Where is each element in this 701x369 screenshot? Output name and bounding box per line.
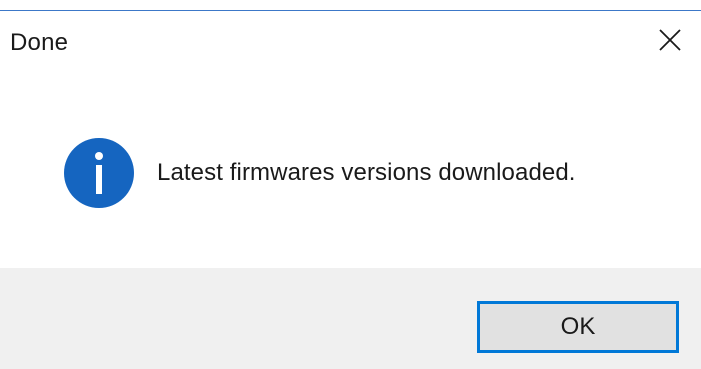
- info-icon: [64, 138, 134, 208]
- dialog-footer: OK: [0, 268, 701, 369]
- title-bar: Done: [0, 11, 701, 73]
- close-icon: [659, 29, 681, 51]
- close-button[interactable]: [639, 11, 701, 69]
- dialog-title: Done: [10, 29, 69, 56]
- ok-button[interactable]: OK: [477, 301, 679, 353]
- dialog-content: Latest firmwares versions downloaded.: [0, 73, 701, 268]
- ok-button-label: OK: [560, 313, 596, 340]
- message-dialog: Done Latest firmwares versions downloade…: [0, 0, 701, 369]
- dialog-message: Latest firmwares versions downloaded.: [157, 159, 576, 186]
